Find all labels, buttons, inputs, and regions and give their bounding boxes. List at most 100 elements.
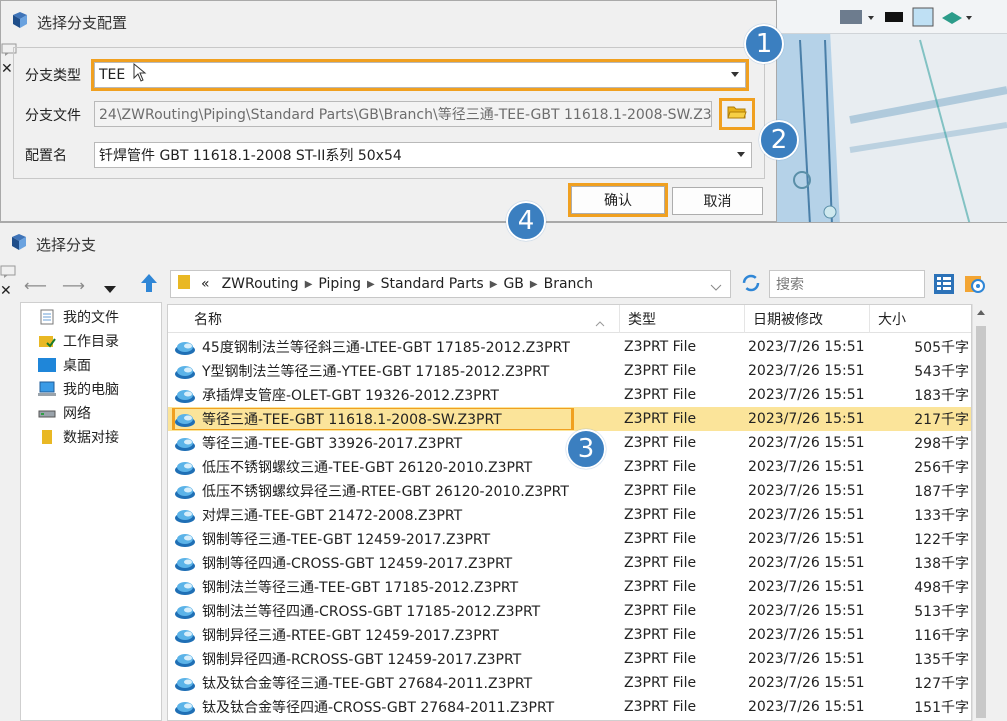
- breadcrumb-branch[interactable]: Branch: [544, 276, 593, 292]
- cad-toolbar: [770, 0, 1007, 34]
- column-type-header[interactable]: 类型: [620, 305, 745, 333]
- column-size-label: 大小: [878, 312, 906, 328]
- z3prt-file-icon: [175, 414, 195, 427]
- breadcrumb-chevron-icon: ▶: [529, 278, 538, 290]
- table-row[interactable]: 钢制法兰等径四通-CROSS-GBT 17185-2012.Z3PRT Z3PRT…: [168, 599, 971, 623]
- scroll-up-icon[interactable]: [977, 310, 985, 315]
- back-arrow-icon[interactable]: ⟵: [24, 276, 47, 295]
- breadcrumb-standard-parts[interactable]: Standard Parts: [381, 276, 484, 292]
- file-name-label: 钛及钛合金等径三通-TEE-GBT 27684-2011.Z3PRT: [202, 676, 533, 692]
- file-name-cell: 45度钢制法兰等径斜三通-LTEE-GBT 17185-2012.Z3PRT: [168, 336, 618, 358]
- place-my-computer[interactable]: 我的电脑: [21, 377, 161, 401]
- file-type-cell: Z3PRT File: [624, 483, 697, 499]
- up-folder-icon[interactable]: [140, 273, 158, 297]
- place-work-directory[interactable]: 工作目录: [21, 329, 161, 353]
- places-pane: 我的文件 工作目录 桌面 我的电脑 网络 数据对接: [20, 302, 162, 721]
- z3prt-file-icon: [175, 390, 195, 403]
- place-data-exchange[interactable]: 数据对接: [21, 425, 161, 449]
- file-date-cell: 2023/7/26 15:51: [748, 555, 865, 571]
- file-name-cell: 钢制等径三通-TEE-GBT 12459-2017.Z3PRT: [168, 528, 618, 550]
- navigation-bar: ⟵ ⟶ « ZWRouting ▶ Piping ▶ Standard Part…: [0, 267, 1007, 303]
- file-date-cell: 2023/7/26 15:51: [748, 459, 865, 475]
- confirm-button[interactable]: 确认: [568, 183, 668, 217]
- computer-icon: [37, 381, 57, 397]
- file-name-box: 钢制异径三通-RTEE-GBT 12459-2017.Z3PRT: [174, 624, 499, 646]
- place-desktop[interactable]: 桌面: [21, 353, 161, 377]
- preview-icon[interactable]: [964, 273, 986, 299]
- app-logo-icon: [10, 233, 28, 255]
- table-row[interactable]: 45度钢制法兰等径斜三通-LTEE-GBT 17185-2012.Z3PRT Z3…: [168, 335, 971, 359]
- table-row[interactable]: 钢制等径三通-TEE-GBT 12459-2017.Z3PRT Z3PRT Fil…: [168, 527, 971, 551]
- vertical-scrollbar[interactable]: [972, 304, 989, 721]
- file-name-cell: 等径三通-TEE-GBT 11618.1-2008-SW.Z3PRT: [168, 408, 618, 430]
- file-size-cell: 543千字: [914, 364, 969, 380]
- table-row[interactable]: 钛及钛合金等径三通-TEE-GBT 27684-2011.Z3PRT Z3PRT …: [168, 671, 971, 695]
- file-type-cell: Z3PRT File: [624, 579, 697, 595]
- open-folder-icon: [727, 104, 747, 124]
- z3prt-file-icon: [175, 558, 195, 571]
- folder-icon: [177, 274, 191, 294]
- config-name-select[interactable]: 钎焊管件 GBT 11618.1-2008 ST-II系列 50x54: [94, 142, 752, 168]
- table-row[interactable]: 对焊三通-TEE-GBT 21472-2008.Z3PRT Z3PRT File 2…: [168, 503, 971, 527]
- file-name-box: 45度钢制法兰等径斜三通-LTEE-GBT 17185-2012.Z3PRT: [174, 336, 570, 358]
- table-row[interactable]: 承插焊支管座-OLET-GBT 19326-2012.Z3PRT Z3PRT Fi…: [168, 383, 971, 407]
- file-name-box: 等径三通-TEE-GBT 33926-2017.Z3PRT: [174, 432, 462, 454]
- table-row[interactable]: 钢制异径四通-RCROSS-GBT 12459-2017.Z3PRT Z3PRT …: [168, 647, 971, 671]
- file-date-cell: 2023/7/26 15:51: [748, 531, 865, 547]
- table-row[interactable]: 钢制法兰等径三通-TEE-GBT 17185-2012.Z3PRT Z3PRT F…: [168, 575, 971, 599]
- file-date-cell: 2023/7/26 15:51: [748, 699, 865, 715]
- z3prt-file-icon: [175, 582, 195, 595]
- table-row[interactable]: 钢制等径四通-CROSS-GBT 12459-2017.Z3PRT Z3PRT F…: [168, 551, 971, 575]
- config-name-label: 配置名: [25, 148, 67, 164]
- table-row[interactable]: 钢制异径三通-RTEE-GBT 12459-2017.Z3PRT Z3PRT Fi…: [168, 623, 971, 647]
- table-row[interactable]: Y型钢制法兰等径三通-YTEE-GBT 17185-2012.Z3PRT Z3PR…: [168, 359, 971, 383]
- address-bar[interactable]: « ZWRouting ▶ Piping ▶ Standard Parts ▶ …: [170, 270, 731, 298]
- z3prt-file-icon: [175, 510, 195, 523]
- column-date-header[interactable]: 日期被修改: [745, 305, 870, 333]
- file-name-label: Y型钢制法兰等径三通-YTEE-GBT 17185-2012.Z3PRT: [202, 364, 550, 380]
- place-my-files[interactable]: 我的文件: [21, 305, 161, 329]
- scrollbar-thumb[interactable]: [976, 326, 986, 718]
- branch-type-row: 分支类型: [13, 60, 93, 90]
- place-network[interactable]: 网络: [21, 401, 161, 425]
- config-name-row: 配置名: [13, 140, 93, 170]
- file-size-cell: 138千字: [914, 556, 969, 572]
- table-row[interactable]: 低压不锈钢螺纹异径三通-RTEE-GBT 26120-2010.Z3PRT Z3P…: [168, 479, 971, 503]
- config-name-value: 钎焊管件 GBT 11618.1-2008 ST-II系列 50x54: [99, 148, 402, 164]
- file-list-header: 名称 类型 日期被修改 大小: [168, 305, 971, 333]
- folder-icon: [37, 429, 57, 445]
- address-dropdown-icon[interactable]: [710, 280, 722, 296]
- step-marker-4: 4: [506, 201, 546, 241]
- file-size-cell: 187千字: [914, 484, 969, 500]
- file-date-cell: 2023/7/26 15:51: [748, 579, 865, 595]
- column-size-header[interactable]: 大小: [870, 305, 971, 333]
- search-input[interactable]: 搜索: [769, 270, 925, 298]
- file-name-label: 对焊三通-TEE-GBT 21472-2008.Z3PRT: [202, 508, 463, 524]
- table-row-selected[interactable]: 等径三通-TEE-GBT 11618.1-2008-SW.Z3PRT Z3PRT …: [168, 407, 971, 431]
- history-dropdown-icon[interactable]: [104, 279, 116, 298]
- file-name-label: 钢制法兰等径三通-TEE-GBT 17185-2012.Z3PRT: [202, 580, 519, 596]
- place-label: 工作目录: [63, 334, 119, 350]
- browse-folder-button[interactable]: [719, 98, 755, 130]
- z3prt-file-icon: [175, 702, 195, 715]
- breadcrumb-overflow[interactable]: «: [201, 276, 210, 292]
- table-row[interactable]: 钛及钛合金等径四通-CROSS-GBT 27684-2011.Z3PRT Z3PR…: [168, 695, 971, 719]
- breadcrumb-zwrouting[interactable]: ZWRouting: [222, 276, 299, 292]
- forward-arrow-icon[interactable]: ⟶: [62, 276, 85, 295]
- file-name-label: 钢制异径四通-RCROSS-GBT 12459-2017.Z3PRT: [202, 652, 522, 668]
- branch-file-field[interactable]: 24\ZWRouting\Piping\Standard Parts\GB\Br…: [94, 101, 712, 127]
- z3prt-file-icon: [175, 342, 195, 355]
- details-view-icon[interactable]: [934, 274, 954, 298]
- file-date-cell: 2023/7/26 15:51: [748, 339, 865, 355]
- document-icon: [37, 309, 57, 325]
- file-date-cell: 2023/7/26 15:51: [748, 627, 865, 643]
- breadcrumb-chevron-icon: ▶: [489, 278, 498, 290]
- breadcrumb-gb[interactable]: GB: [503, 276, 523, 292]
- refresh-icon[interactable]: [741, 273, 761, 297]
- file-name-box: 钢制异径四通-RCROSS-GBT 12459-2017.Z3PRT: [174, 648, 521, 670]
- file-size-cell: 505千字: [914, 340, 969, 356]
- branch-type-select[interactable]: TEE: [91, 59, 749, 91]
- breadcrumb-piping[interactable]: Piping: [318, 276, 361, 292]
- column-name-header[interactable]: 名称: [168, 305, 620, 333]
- cancel-button[interactable]: 取消: [672, 187, 763, 215]
